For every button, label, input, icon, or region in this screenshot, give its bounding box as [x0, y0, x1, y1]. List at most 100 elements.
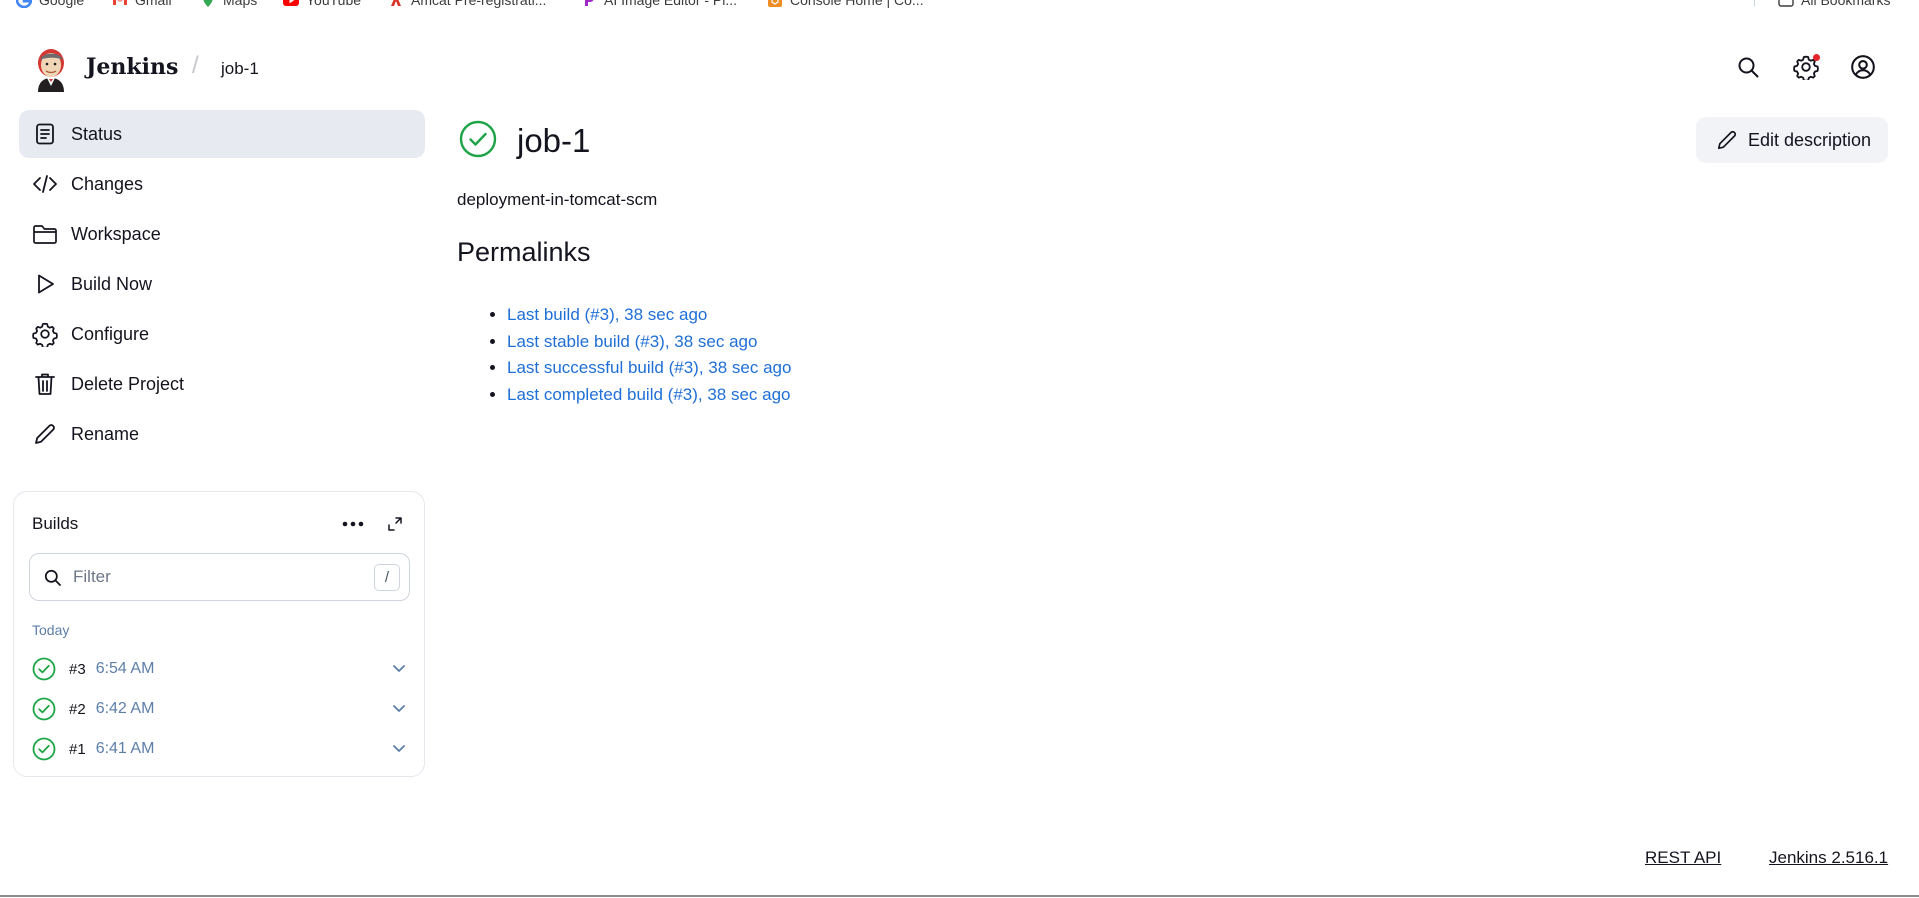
breadcrumb-separator: /	[192, 52, 199, 79]
permalink-last-successful-build[interactable]: Last successful build (#3), 38 sec ago	[507, 358, 791, 377]
builds-filter[interactable]: /	[29, 553, 410, 601]
play-icon	[38, 274, 54, 294]
account-button[interactable]	[1848, 52, 1878, 82]
builds-group-today: Today	[32, 622, 70, 638]
pencil-icon	[35, 424, 55, 444]
sidebar-item-label: Configure	[71, 323, 150, 344]
bookmark-console[interactable]: Console Home | Co...	[767, 0, 924, 12]
jenkins-logo-icon[interactable]	[33, 46, 69, 92]
google-icon	[16, 0, 32, 8]
expand-icon	[388, 517, 402, 531]
sidebar-item-label: Changes	[71, 173, 144, 194]
jenkins-version-link[interactable]: Jenkins 2.516.1	[1769, 848, 1888, 868]
folder-icon	[1778, 0, 1794, 7]
picsart-icon	[585, 0, 594, 6]
sidebar-item-label: Status	[71, 123, 123, 144]
bookmark-maps[interactable]: Maps	[200, 0, 257, 12]
chevron-down-icon[interactable]	[390, 699, 408, 717]
bookmark-label: Console Home | Co...	[790, 0, 924, 8]
gear-icon	[32, 322, 58, 347]
build-time[interactable]: 6:54 AM	[96, 660, 155, 678]
bookmarks-divider	[1754, 0, 1755, 6]
bookmarks-bar: Google Gmail Maps YouTube Amcat Pre-regi…	[0, 0, 1919, 12]
sidebar-item-status[interactable]: Status	[19, 110, 425, 158]
sidebar-item-workspace[interactable]: Workspace	[19, 210, 425, 258]
gmail-icon	[113, 0, 127, 5]
pencil-icon	[1717, 130, 1737, 150]
edit-description-label: Edit description	[1748, 129, 1872, 150]
rest-api-link[interactable]: REST API	[1645, 848, 1721, 868]
success-icon	[32, 657, 56, 681]
permalink-last-completed-build[interactable]: Last completed build (#3), 38 sec ago	[507, 385, 791, 404]
search-icon	[44, 569, 61, 586]
build-number[interactable]: #3	[69, 661, 86, 678]
bookmark-gmail[interactable]: Gmail	[112, 0, 172, 12]
bookmark-youtube[interactable]: YouTube	[283, 0, 361, 12]
code-icon	[33, 175, 57, 193]
page-header: Jenkins / job-1	[0, 40, 1919, 98]
permalinks-list: Last build (#3), 38 sec ago Last stable …	[507, 302, 791, 408]
amcat-icon	[391, 0, 401, 6]
more-icon	[342, 521, 364, 527]
sidebar-item-build-now[interactable]: Build Now	[19, 260, 425, 308]
search-icon	[1738, 57, 1759, 78]
build-time[interactable]: 6:42 AM	[96, 700, 155, 718]
bookmark-picsart[interactable]: AI Image Editor - Pi...	[581, 0, 737, 12]
list-item: Last completed build (#3), 38 sec ago	[507, 382, 791, 409]
sidebar-item-changes[interactable]: Changes	[19, 160, 425, 208]
chevron-down-icon[interactable]	[390, 739, 408, 757]
console-icon	[768, 0, 782, 7]
bookmark-amcat[interactable]: Amcat Pre-registrati...	[388, 0, 546, 12]
bookmark-label: Maps	[223, 0, 258, 8]
sidebar-item-label: Delete Project	[71, 373, 185, 394]
build-row[interactable]: #2 6:42 AM	[32, 693, 408, 725]
bottom-divider	[0, 895, 1919, 897]
permalink-last-build[interactable]: Last build (#3), 38 sec ago	[507, 305, 707, 324]
sidebar-item-delete-project[interactable]: Delete Project	[19, 360, 425, 408]
bookmark-label: YouTube	[306, 0, 362, 8]
notification-dot	[1813, 54, 1820, 61]
builds-card: Builds / Today #3 6:54 AM #2 6:42 AM #1 …	[13, 491, 425, 777]
bookmark-google[interactable]: Google	[16, 0, 84, 12]
list-item: Last successful build (#3), 38 sec ago	[507, 355, 791, 382]
build-number[interactable]: #2	[69, 701, 86, 718]
sidebar-item-label: Rename	[71, 423, 140, 444]
success-status-icon	[459, 120, 497, 158]
list-item: Last build (#3), 38 sec ago	[507, 302, 791, 329]
bookmark-all[interactable]: All Bookmarks	[1778, 0, 1890, 12]
maps-icon	[203, 0, 213, 7]
filter-input[interactable]	[73, 564, 343, 590]
build-time[interactable]: 6:41 AM	[96, 740, 155, 758]
edit-description-button[interactable]: Edit description	[1696, 117, 1888, 163]
permalinks-heading: Permalinks	[457, 237, 591, 267]
sidebar-nav: Status Changes Workspace Build Now Confi…	[19, 110, 425, 460]
breadcrumb-job[interactable]: job-1	[221, 59, 259, 79]
trash-icon	[35, 373, 55, 395]
sidebar-item-configure[interactable]: Configure	[19, 310, 425, 358]
bookmark-label: All Bookmarks	[1801, 0, 1891, 8]
success-icon	[32, 697, 56, 721]
job-description: deployment-in-tomcat-scm	[457, 190, 658, 209]
settings-button[interactable]	[1791, 52, 1821, 82]
sidebar-item-rename[interactable]: Rename	[19, 410, 425, 458]
bookmark-label: AI Image Editor - Pi...	[604, 0, 738, 8]
builds-title: Builds	[32, 514, 79, 533]
youtube-icon	[283, 0, 299, 6]
builds-more-button[interactable]	[340, 514, 366, 534]
sidebar-item-label: Build Now	[71, 273, 153, 294]
brand-name[interactable]: Jenkins	[86, 54, 178, 80]
bookmark-label: Gmail	[135, 0, 172, 8]
chevron-down-icon[interactable]	[390, 659, 408, 677]
search-button[interactable]	[1733, 52, 1763, 82]
account-icon	[1851, 55, 1875, 79]
bookmark-label: Google	[39, 0, 85, 8]
filter-shortcut-key: /	[374, 564, 400, 591]
builds-expand-button[interactable]	[384, 514, 406, 534]
build-row[interactable]: #3 6:54 AM	[32, 653, 408, 685]
permalink-last-stable-build[interactable]: Last stable build (#3), 38 sec ago	[507, 332, 757, 351]
page-title: job-1	[517, 122, 591, 159]
list-item: Last stable build (#3), 38 sec ago	[507, 329, 791, 356]
success-icon	[32, 737, 56, 761]
build-row[interactable]: #1 6:41 AM	[32, 733, 408, 765]
build-number[interactable]: #1	[69, 741, 86, 758]
